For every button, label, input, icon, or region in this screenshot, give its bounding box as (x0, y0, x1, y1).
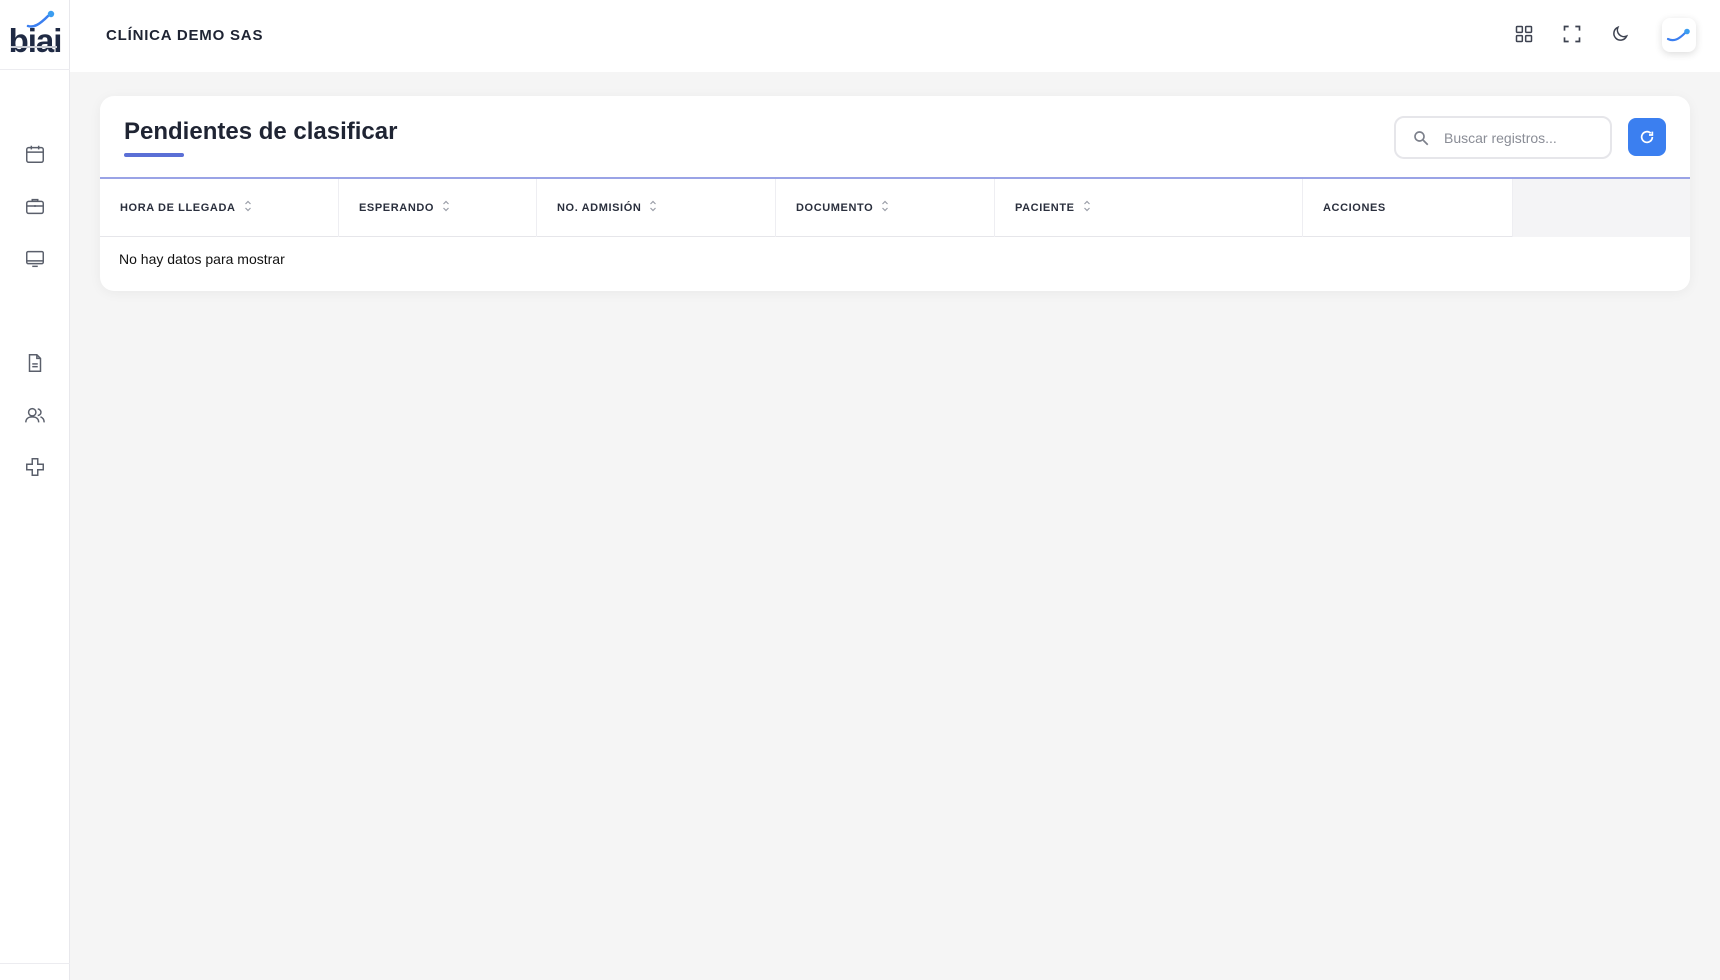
column-header-label: PACIENTE (1015, 202, 1075, 214)
sidebar-item-medical[interactable] (21, 453, 49, 481)
sidebar-item-monitor[interactable] (21, 245, 49, 273)
sort-icon (442, 200, 450, 212)
column-header-label: ACCIONES (1323, 202, 1386, 214)
refresh-icon (1640, 130, 1654, 144)
column-header-acciones: ACCIONES (1303, 179, 1513, 237)
table-header-filler (1513, 179, 1690, 237)
sidebar-item-document[interactable] (21, 349, 49, 377)
column-header-hora-llegada[interactable]: HORA DE LLEGADA (100, 179, 339, 237)
sort-icon (244, 200, 252, 212)
pending-classification-card: Pendientes de clasificar HORA DE LLEGADA… (100, 96, 1690, 291)
user-avatar-button[interactable] (1662, 18, 1696, 52)
calendar-icon (26, 145, 44, 163)
title-underline (124, 153, 184, 157)
page-title: Pendientes de clasificar (124, 118, 398, 145)
app-logo[interactable]: biai (0, 0, 70, 70)
empty-table-message: No hay datos para mostrar (119, 251, 285, 267)
search-icon (1414, 130, 1429, 145)
search-box[interactable] (1394, 116, 1612, 159)
sidebar-item-calendar[interactable] (21, 140, 49, 168)
monitor-icon (26, 250, 44, 268)
document-icon (28, 354, 42, 372)
logo-text: biai (8, 21, 63, 59)
column-header-no-admision[interactable]: NO. ADMISIÓN (537, 179, 776, 237)
column-header-paciente[interactable]: PACIENTE (995, 179, 1303, 237)
grid-icon (1515, 25, 1533, 43)
fullscreen-button[interactable] (1558, 20, 1586, 48)
top-bar: CLÍNICA DEMO SAS (70, 0, 1720, 72)
column-header-label: NO. ADMISIÓN (557, 202, 642, 214)
column-header-label: DOCUMENTO (796, 202, 874, 214)
user-avatar-logo-icon (1666, 28, 1690, 42)
sidebar-footer (0, 963, 70, 980)
column-header-label: HORA DE LLEGADA (120, 202, 236, 214)
medical-cross-icon (26, 458, 44, 476)
sort-icon (881, 200, 889, 212)
theme-toggle-button[interactable] (1606, 20, 1634, 48)
company-name: CLÍNICA DEMO SAS (106, 27, 264, 44)
briefcase-icon (26, 198, 44, 215)
search-input[interactable] (1444, 129, 1604, 146)
table-header: HORA DE LLEGADA ESPERANDO NO. ADMISIÓN D… (100, 179, 1690, 237)
sidebar: biai (0, 0, 70, 980)
column-header-label: ESPERANDO (359, 202, 435, 214)
users-icon (25, 407, 45, 423)
apps-grid-button[interactable] (1510, 20, 1538, 48)
moon-icon (1613, 25, 1629, 41)
sort-icon (649, 200, 657, 212)
sidebar-item-briefcase[interactable] (21, 192, 49, 220)
logo-tagline (11, 46, 57, 48)
column-header-esperando[interactable]: ESPERANDO (339, 179, 537, 237)
sidebar-item-users[interactable] (21, 401, 49, 429)
refresh-button[interactable] (1628, 118, 1666, 156)
column-header-documento[interactable]: DOCUMENTO (776, 179, 995, 237)
sort-icon (1083, 200, 1091, 212)
fullscreen-icon (1563, 25, 1581, 43)
